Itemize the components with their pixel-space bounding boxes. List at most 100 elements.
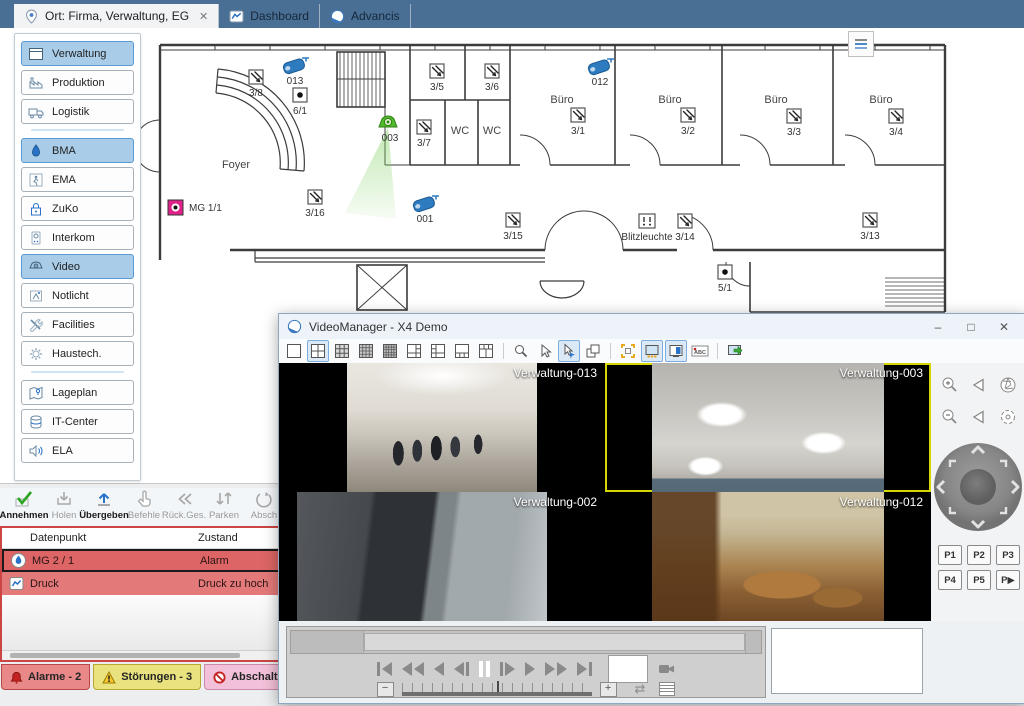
sidebar-item-logistik[interactable]: Logistik — [21, 99, 134, 124]
sensor-3-1[interactable]: 3/1 — [571, 108, 585, 137]
ptz-joystick[interactable] — [932, 441, 1024, 538]
step-forward-button[interactable] — [500, 662, 515, 676]
monitor-export-button[interactable] — [724, 340, 746, 362]
close-button[interactable]: ✕ — [991, 318, 1017, 336]
tab-dashboard[interactable]: Dashboard — [219, 4, 320, 28]
monitor-1-button[interactable] — [641, 340, 663, 362]
layout-4x4-button[interactable] — [355, 340, 377, 362]
fast-forward-button[interactable] — [545, 662, 567, 676]
audio-left-button[interactable] — [969, 375, 989, 400]
layout-2x2-button[interactable] — [307, 340, 329, 362]
table-row[interactable]: Druck Druck zu hoch — [2, 572, 282, 595]
iris-button[interactable] — [998, 375, 1018, 400]
sidebar-item-produktion[interactable]: Produktion — [21, 70, 134, 95]
camera-003[interactable]: 003 — [379, 116, 399, 144]
sidebar-item-video[interactable]: Video — [21, 254, 134, 279]
sensor-3-7[interactable]: 3/7 — [417, 120, 431, 149]
zoom-in-button[interactable] — [940, 375, 960, 400]
sidebar-item-bma[interactable]: BMA — [21, 138, 134, 163]
camera-013[interactable]: 013 — [282, 58, 309, 87]
preset-p1-button[interactable]: P1 — [938, 545, 962, 565]
tab-close-icon[interactable]: ✕ — [199, 10, 208, 23]
preset-p2-button[interactable]: P2 — [967, 545, 991, 565]
sidebar-item-lageplan[interactable]: Lageplan — [21, 380, 134, 405]
sensor-3-5[interactable]: 3/5 — [430, 64, 444, 93]
camera-001[interactable]: 001 — [412, 196, 439, 225]
preset-p4-button[interactable]: P4 — [938, 570, 962, 590]
slider-minus-button[interactable]: − — [377, 682, 394, 697]
commands-button[interactable]: Befehle — [124, 490, 164, 521]
preset-p6-button[interactable]: P▶ — [996, 570, 1020, 590]
record-camera-icon[interactable] — [658, 662, 676, 676]
pause-button[interactable] — [479, 661, 490, 677]
play-backward-button[interactable] — [434, 662, 444, 676]
select-tool-button[interactable] — [534, 340, 556, 362]
sensor-3-6[interactable]: 3/6 — [485, 64, 499, 93]
device-mg-1-1[interactable]: MG 1/1 — [168, 200, 222, 215]
minimize-button[interactable]: – — [925, 318, 951, 336]
sidebar-item-ela[interactable]: ELA — [21, 438, 134, 463]
layout-mixed-button[interactable] — [475, 340, 497, 362]
maximize-button[interactable]: □ — [958, 318, 984, 336]
layout-rows-button[interactable] — [451, 340, 473, 362]
timeline[interactable] — [290, 630, 762, 654]
scrollbar-thumb[interactable] — [10, 653, 240, 658]
preset-p3-button[interactable]: P3 — [996, 545, 1020, 565]
skip-end-button[interactable] — [577, 662, 592, 676]
layout-3x3-button[interactable] — [331, 340, 353, 362]
sensor-3-3[interactable]: 3/3 — [787, 109, 801, 138]
sidebar-item-interkom[interactable]: Interkom — [21, 225, 134, 250]
handover-button[interactable]: Übergeben — [84, 490, 124, 521]
playlist-icon[interactable] — [659, 682, 675, 696]
revert-button[interactable]: Rück.Ges. — [164, 490, 204, 521]
sidebar-item-haustech[interactable]: Haustech. — [21, 341, 134, 366]
sensor-3-14[interactable]: 3/14 — [675, 214, 695, 243]
column-zustand[interactable]: Zustand — [198, 532, 282, 544]
speed-slider[interactable] — [402, 683, 592, 696]
sidebar-item-ema[interactable]: EMA — [21, 167, 134, 192]
sensor-3-13[interactable]: 3/13 — [860, 213, 880, 242]
speed-input[interactable] — [608, 655, 648, 683]
layout-1x1-button[interactable] — [283, 340, 305, 362]
monitor-2-button[interactable] — [665, 340, 687, 362]
fit-view-button[interactable] — [617, 340, 639, 362]
abc-label-button[interactable]: ABC — [689, 340, 711, 362]
zoom-out-button[interactable] — [940, 407, 960, 432]
park-button[interactable]: Parken — [204, 490, 244, 521]
sidebar-item-notlicht[interactable]: Notlicht — [21, 283, 134, 308]
camera-012[interactable]: 012 — [587, 59, 614, 88]
event-panel[interactable] — [771, 628, 923, 694]
sensor-3-8[interactable]: 3/8 — [249, 70, 263, 99]
layout-1big-right-button[interactable] — [427, 340, 449, 362]
sidebar-item-facilities[interactable]: Facilities — [21, 312, 134, 337]
tab-advancis[interactable]: Advancis — [320, 4, 411, 28]
device-blitzleuchte[interactable]: Blitzleuchte — [621, 214, 673, 243]
status-tab-stoerungen[interactable]: Störungen - 3 — [93, 664, 201, 690]
loop-icon[interactable]: ⇄ — [635, 681, 646, 697]
sensor-5-1[interactable]: 5/1 — [718, 265, 732, 294]
sidebar-item-verwaltung[interactable]: Verwaltung — [21, 41, 134, 66]
videomanager-titlebar[interactable]: VideoManager - X4 Demo – □ ✕ — [279, 314, 1024, 339]
column-datenpunkt[interactable]: Datenpunkt — [30, 532, 198, 544]
layout-5x5-button[interactable] — [379, 340, 401, 362]
audio-mute-button[interactable] — [969, 407, 989, 432]
horizontal-scrollbar[interactable] — [2, 650, 282, 660]
slider-plus-button[interactable]: + — [600, 682, 617, 697]
slider-thumb[interactable] — [497, 681, 499, 692]
fetch-button[interactable]: Holen — [44, 490, 84, 521]
drag-tool-button[interactable] — [558, 340, 580, 362]
layout-1big-left-button[interactable] — [403, 340, 425, 362]
sensor-3-15[interactable]: 3/15 — [503, 213, 523, 242]
skip-start-button[interactable] — [377, 662, 392, 676]
video-tile-4[interactable]: Verwaltung-012 — [605, 492, 931, 621]
accept-button[interactable]: Annehmen — [4, 490, 44, 521]
step-back-button[interactable] — [454, 662, 469, 676]
timeline-track[interactable] — [364, 633, 745, 651]
preset-p5-button[interactable]: P5 — [967, 570, 991, 590]
sidebar-item-it-center[interactable]: IT-Center — [21, 409, 134, 434]
focus-button[interactable] — [998, 407, 1018, 432]
rewind-button[interactable] — [402, 662, 424, 676]
tab-ort[interactable]: Ort: Firma, Verwaltung, EG ✕ — [14, 4, 219, 28]
floorplan-menu-button[interactable] — [848, 31, 874, 57]
zoom-tool-button[interactable] — [510, 340, 532, 362]
